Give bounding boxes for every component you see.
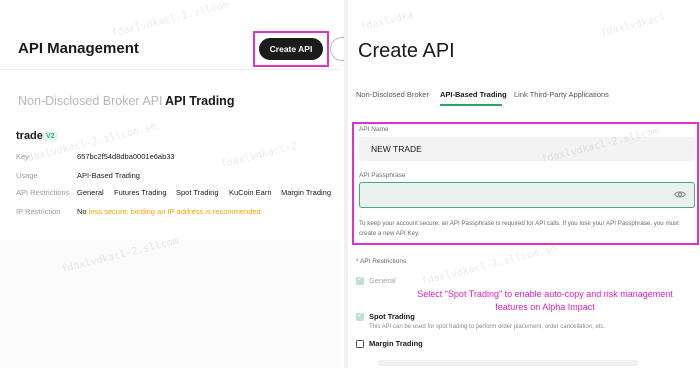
- checkbox-icon[interactable]: [356, 340, 364, 348]
- ip-restriction-label: IP Restriction: [16, 207, 61, 216]
- checkbox-icon[interactable]: [356, 275, 364, 285]
- api-key-card: trade V2 Key 657bc2f54d8dba0001e6ab33 Us…: [0, 120, 340, 225]
- ip-restriction-warning: less secure; binding an IP address is re…: [88, 207, 261, 216]
- api-restrictions-heading: * API Restrictions: [356, 258, 407, 265]
- create-api-highlight: Create API: [253, 31, 329, 67]
- left-empty-area: [0, 240, 340, 368]
- api-key-name: trade: [16, 130, 43, 142]
- api-form-highlight: API Name NEW TRADE API Passphrase To kee…: [352, 122, 699, 245]
- key-label: Key: [16, 152, 29, 161]
- eye-icon[interactable]: [674, 190, 686, 199]
- tab-api-trading[interactable]: API Trading: [165, 94, 234, 108]
- active-tab-indicator: [440, 104, 502, 106]
- create-api-title: Create API: [358, 40, 455, 62]
- api-name-label: API Name: [359, 126, 389, 133]
- tab-non-disclosed-broker-api[interactable]: Non-Disclosed Broker API: [18, 94, 163, 108]
- ip-restriction-status: No: [77, 207, 87, 216]
- ip-restriction-row: IP Restriction No less secure; binding a…: [0, 207, 340, 221]
- page-title: API Management: [18, 40, 139, 57]
- ip-restriction-value: No less secure; binding an IP address is…: [77, 207, 261, 216]
- tab-link-third-party-applications[interactable]: Link Third-Party Applications: [514, 90, 609, 99]
- api-passphrase-label: API Passphrase: [359, 172, 406, 179]
- permission-margin-trading: Margin Trading: [281, 188, 332, 197]
- api-name-input[interactable]: NEW TRADE: [359, 137, 695, 161]
- permission-futures-trading: Futures Trading: [114, 188, 167, 197]
- checkbox-icon[interactable]: [356, 311, 364, 321]
- key-row: Key 657bc2f54d8dba0001e6ab33: [0, 152, 340, 166]
- usage-row: Usage API-Based Trading: [0, 171, 340, 185]
- left-header: API Management Create API: [0, 0, 350, 70]
- api-passphrase-input[interactable]: [359, 182, 695, 208]
- api-restrictions-row: API Restrictions General Futures Trading…: [0, 188, 340, 202]
- create-api-button[interactable]: Create API: [259, 38, 323, 60]
- option-general-label: General: [369, 276, 396, 285]
- cropped-description: [378, 360, 638, 366]
- spot-trading-annotation: Select "Spot Trading" to enable auto-cop…: [417, 289, 673, 312]
- option-margin-trading-label: Margin Trading: [369, 339, 423, 348]
- usage-value: API-Based Trading: [77, 171, 140, 180]
- key-value: 657bc2f54d8dba0001e6ab33: [77, 152, 175, 161]
- version-badge: V2: [43, 132, 58, 141]
- create-api-tabs: Non-Disclosed Broker API-Based Trading L…: [348, 90, 700, 110]
- permission-general: General: [77, 188, 104, 197]
- permission-kucoin-earn: KuCoin Earn: [229, 188, 272, 197]
- api-management-panel: API Management Create API Non-Disclosed …: [0, 0, 350, 368]
- passphrase-help-text: To keep your account secure, an API Pass…: [359, 220, 679, 237]
- permission-spot-trading: Spot Trading: [176, 188, 219, 197]
- option-spot-trading-description: This API can be used for spot trading to…: [369, 324, 606, 330]
- api-restrictions-label: API Restrictions: [16, 188, 70, 197]
- tab-api-based-trading[interactable]: API-Based Trading: [440, 90, 507, 99]
- usage-label: Usage: [16, 171, 38, 180]
- tab-non-disclosed-broker[interactable]: Non-Disclosed Broker: [356, 90, 429, 99]
